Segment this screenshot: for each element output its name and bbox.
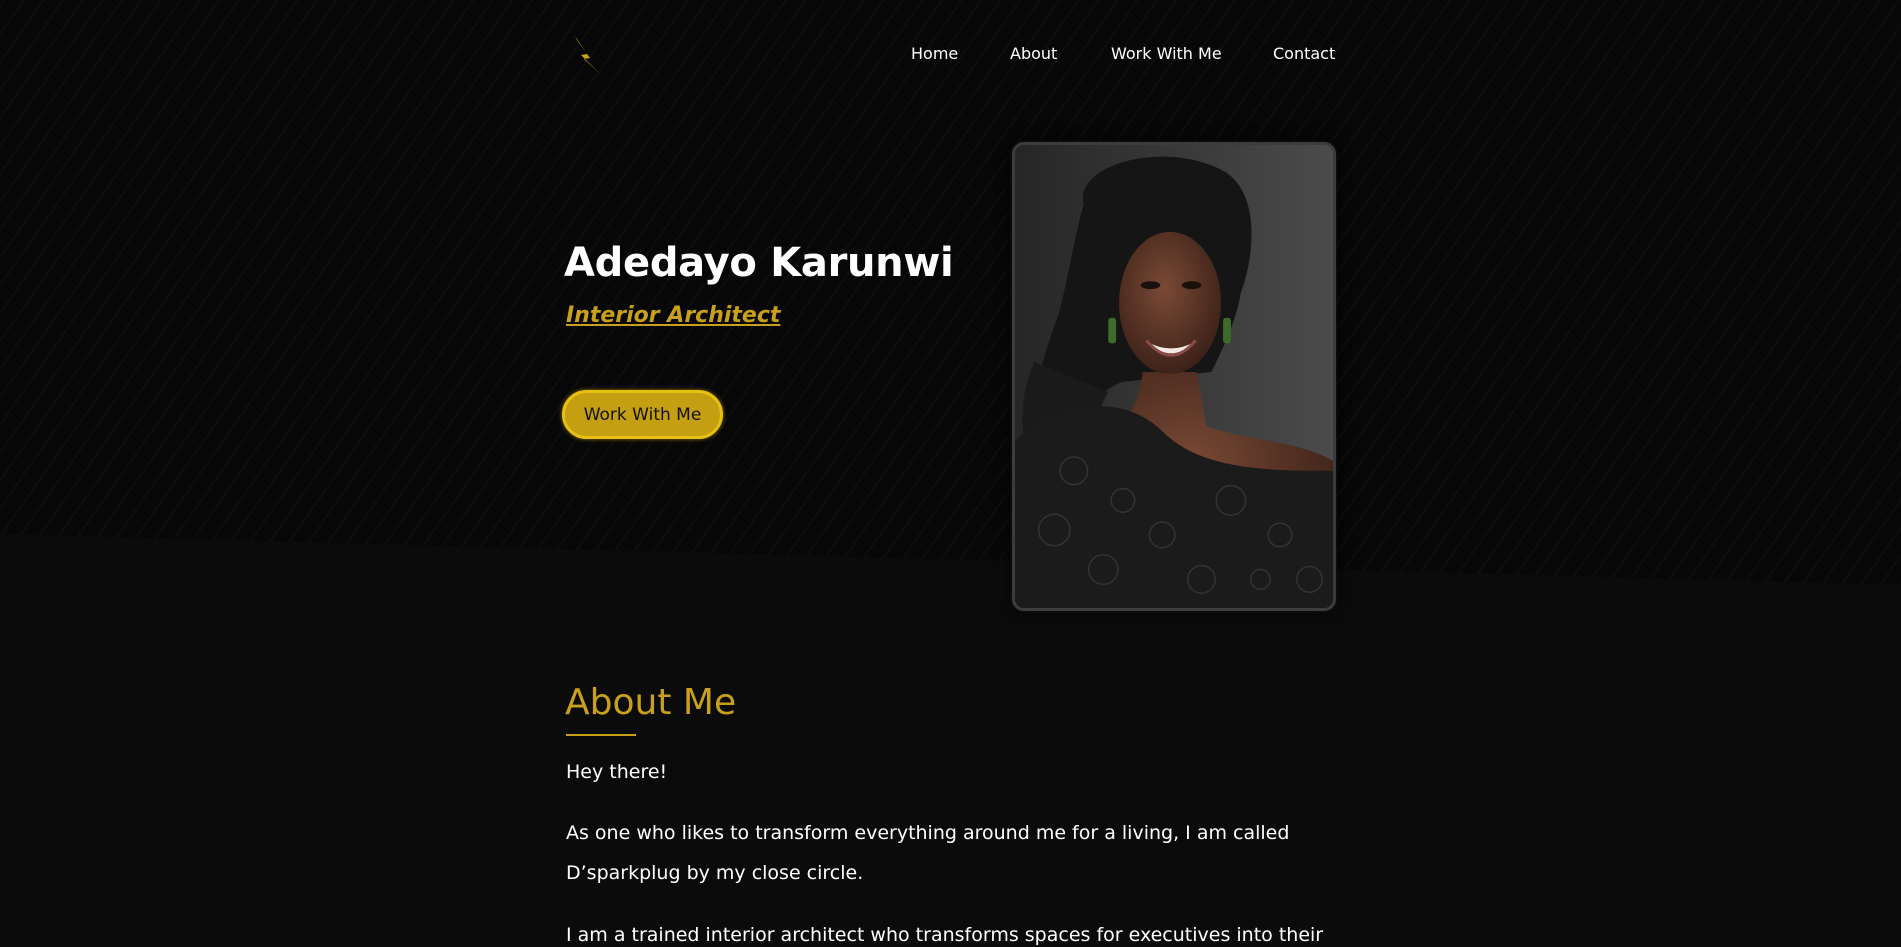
page: Home About Work With Me Contact Adedayo … (0, 0, 1901, 947)
about-paragraph: I am a trained interior architect who tr… (566, 924, 1324, 946)
nav-home-link[interactable]: Home (911, 44, 958, 63)
main-nav: Home About Work With Me Contact (0, 44, 1901, 68)
nav-contact-link[interactable]: Contact (1273, 44, 1335, 63)
nav-work-with-me-link[interactable]: Work With Me (1111, 44, 1222, 63)
about-heading-underline (566, 734, 636, 736)
about-paragraph: Hey there! (566, 761, 668, 783)
work-with-me-button[interactable]: Work With Me (562, 390, 723, 439)
portrait-photo (1012, 142, 1336, 611)
hero-role-link[interactable]: Interior Architect (566, 303, 780, 328)
hero-background (0, 0, 1901, 585)
nav-about-link[interactable]: About (1010, 44, 1057, 63)
about-heading: About Me (565, 682, 737, 723)
about-paragraph: As one who likes to transform everything… (566, 822, 1290, 884)
hero-name: Adedayo Karunwi (564, 240, 954, 286)
